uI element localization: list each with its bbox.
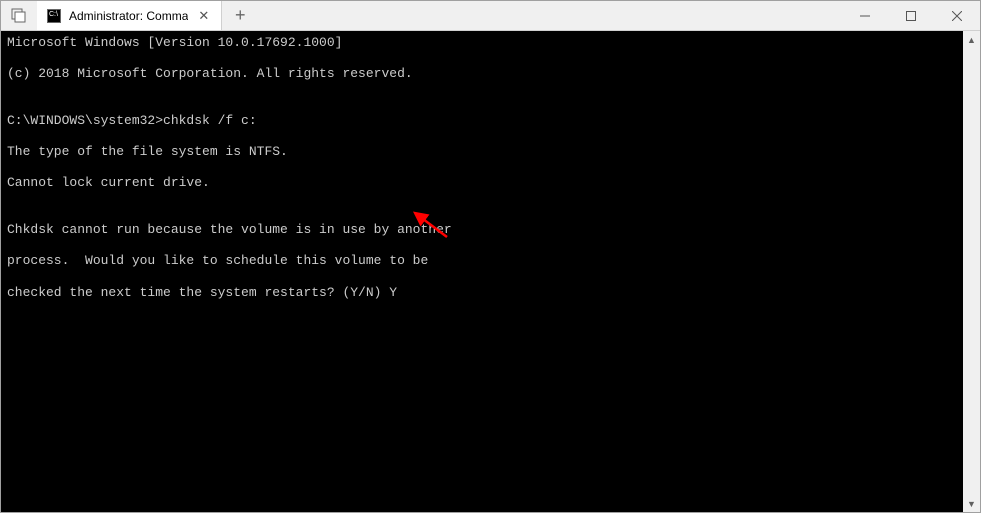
app-icon <box>1 1 37 30</box>
terminal[interactable]: Microsoft Windows [Version 10.0.17692.10… <box>1 31 963 512</box>
terminal-line: checked the next time the system restart… <box>7 285 957 301</box>
maximize-button[interactable] <box>888 1 934 30</box>
scrollbar[interactable]: ▲ ▼ <box>963 31 980 512</box>
cmd-icon: C:\ <box>47 9 61 23</box>
terminal-area: Microsoft Windows [Version 10.0.17692.10… <box>1 31 980 512</box>
terminal-line: Microsoft Windows [Version 10.0.17692.10… <box>7 35 957 51</box>
terminal-line: Cannot lock current drive. <box>7 175 957 191</box>
tab-close-button[interactable]: ✕ <box>196 8 211 24</box>
close-button[interactable] <box>934 1 980 30</box>
minimize-button[interactable] <box>842 1 888 30</box>
terminal-line: process. Would you like to schedule this… <box>7 253 957 269</box>
window: C:\ Administrator: Comma ✕ + Microsoft W… <box>0 0 981 513</box>
tab-title: Administrator: Comma <box>69 9 188 23</box>
new-tab-button[interactable]: + <box>222 5 258 26</box>
terminal-line: The type of the file system is NTFS. <box>7 144 957 160</box>
scroll-up-button[interactable]: ▲ <box>963 31 980 48</box>
window-controls <box>842 1 980 30</box>
terminal-line: Chkdsk cannot run because the volume is … <box>7 222 957 238</box>
terminal-line: (c) 2018 Microsoft Corporation. All righ… <box>7 66 957 82</box>
titlebar[interactable]: C:\ Administrator: Comma ✕ + <box>1 1 980 31</box>
tab-active[interactable]: C:\ Administrator: Comma ✕ <box>37 1 222 30</box>
scroll-down-button[interactable]: ▼ <box>963 495 980 512</box>
tabbar-area: + <box>222 1 842 30</box>
terminal-line: C:\WINDOWS\system32>chkdsk /f c: <box>7 113 957 129</box>
